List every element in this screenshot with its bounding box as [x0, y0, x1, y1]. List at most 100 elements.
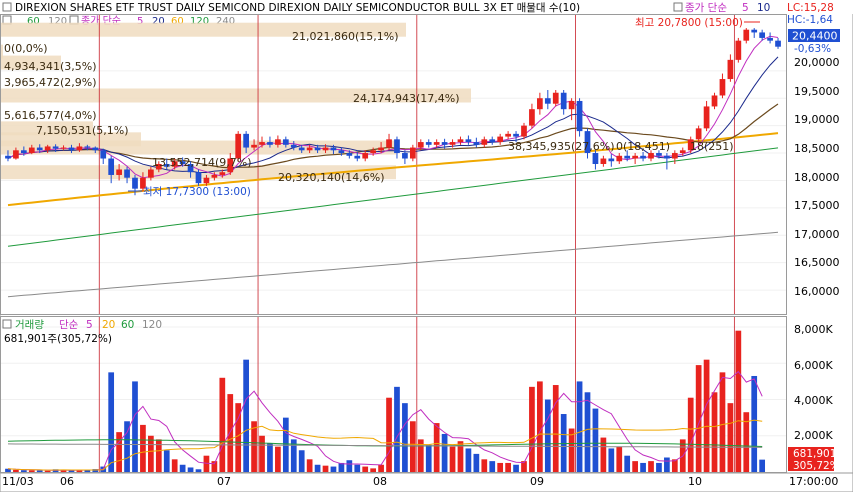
volume-bar-4 — [36, 470, 43, 472]
volume-bar-14 — [116, 432, 122, 472]
volume-bar-32 — [259, 435, 265, 472]
volume-bar-62 — [497, 462, 504, 472]
candle-body-62 — [497, 136, 504, 143]
volume-bar-48 — [386, 397, 392, 472]
volume-bar-5 — [44, 470, 51, 472]
volume-bar-2 — [20, 470, 27, 472]
volume-bar-34 — [275, 446, 281, 472]
candle-body-8 — [68, 147, 75, 151]
candle-body-5 — [44, 146, 51, 151]
profile-label-0: 0(0,0%) — [4, 42, 48, 55]
volume-bar-49 — [394, 386, 400, 472]
volume-bar-28 — [227, 394, 234, 472]
x-label-2: 07 — [217, 475, 231, 488]
candle-body-36 — [290, 144, 297, 148]
candle-body-63 — [505, 133, 511, 137]
right-legend-checkbox[interactable] — [673, 2, 683, 12]
volume-tick-1: 6,000K — [794, 359, 833, 372]
volume-bar-73 — [584, 392, 591, 472]
volume-bar-54 — [433, 423, 440, 472]
candle-body-66 — [529, 109, 535, 126]
candle-body-47 — [378, 147, 384, 151]
candle-body-95 — [759, 32, 766, 38]
profile-label-10: 0(18,451) — [616, 140, 670, 153]
volume-bar-76 — [608, 448, 615, 472]
candle-body-87 — [695, 128, 702, 140]
chart-canvas[interactable]: DIREXION SHARES ETF TRUST DAILY SEMICOND… — [0, 0, 853, 493]
candle-body-11 — [92, 147, 99, 151]
price-tick-6: 17,0000 — [794, 228, 840, 241]
stock-chart-window: DIREXION SHARES ETF TRUST DAILY SEMICOND… — [0, 0, 853, 493]
candle-body-60 — [481, 139, 488, 145]
candle-body-16 — [132, 177, 138, 189]
volume-bar-53 — [425, 444, 432, 472]
volume-bar-74 — [592, 408, 599, 472]
x-label-0: 11/03 — [2, 475, 34, 488]
candle-body-93 — [743, 29, 750, 41]
profile-label-4: 7,150,531(5,1%) — [36, 124, 129, 137]
volume-bar-58 — [465, 448, 472, 472]
candle-body-30 — [243, 133, 249, 148]
volume-bar-83 — [664, 457, 670, 472]
chart-title: DIREXION SHARES ETF TRUST DAILY SEMICOND… — [15, 2, 580, 14]
volume-bar-61 — [489, 461, 496, 472]
profile-label-8: 24,174,943(17,4%) — [353, 92, 460, 105]
current-volume-pct: 305,72% — [793, 460, 840, 472]
volume-bar-21 — [171, 459, 178, 472]
x-label-4: 09 — [530, 475, 544, 488]
candle-body-33 — [267, 142, 273, 145]
volume-bar-69 — [552, 385, 559, 472]
volume-bar-18 — [148, 435, 154, 472]
candle-body-41 — [330, 147, 337, 151]
volume-legend-120: 120 — [142, 319, 162, 331]
volume-bar-72 — [576, 381, 583, 472]
candle-body-67 — [537, 98, 543, 110]
volume-bar-16 — [132, 381, 138, 472]
candle-body-74 — [592, 153, 599, 164]
candle-body-3 — [28, 147, 35, 154]
volume-bar-1 — [13, 469, 19, 472]
volume-bar-9 — [76, 470, 83, 472]
volume-bar-20 — [163, 450, 170, 472]
volume-bar-51 — [409, 421, 416, 472]
candle-body-4 — [36, 147, 43, 151]
candle-body-96 — [767, 37, 773, 41]
candle-body-27 — [219, 172, 226, 175]
volume-bar-46 — [370, 468, 377, 472]
candle-body-38 — [306, 147, 313, 151]
volume-bar-77 — [616, 446, 623, 472]
price-tick-1: 19,5000 — [794, 85, 840, 98]
volume-legend-checkbox[interactable] — [2, 319, 12, 329]
volume-bar-56 — [449, 446, 456, 472]
candle-body-91 — [727, 59, 734, 80]
profile-label-5: 13,552,714(9,7%) — [152, 156, 252, 169]
profile-bar-6 — [1, 140, 396, 155]
candle-body-7 — [60, 147, 67, 149]
candle-body-82 — [656, 153, 662, 156]
profile-label-7: 21,021,860(15,1%) — [292, 30, 399, 43]
x-label-6: 17:00:00 — [789, 475, 838, 488]
volume-bar-24 — [195, 469, 202, 472]
candle-body-50 — [402, 153, 408, 159]
price-tick-8: 16,0000 — [794, 285, 840, 298]
volume-legend-label: 거래량 — [15, 319, 44, 331]
candle-body-64 — [513, 133, 519, 137]
candle-body-89 — [711, 95, 718, 107]
volume-tick-2: 4,000K — [794, 394, 833, 407]
title-checkbox[interactable] — [2, 2, 12, 12]
candle-body-77 — [616, 155, 623, 162]
candle-body-34 — [275, 139, 281, 145]
candle-body-57 — [457, 139, 464, 143]
candle-body-48 — [386, 139, 392, 148]
volume-tick-3: 2,000K — [794, 429, 833, 442]
volume-bar-67 — [537, 381, 543, 472]
price-tick-2: 19,0000 — [794, 113, 840, 126]
candle-body-88 — [703, 106, 710, 129]
candle-body-80 — [640, 155, 646, 159]
candle-body-9 — [76, 146, 83, 151]
volume-bar-59 — [473, 453, 480, 472]
candle-body-6 — [52, 146, 59, 149]
profile-label-6: 20,320,140(14,6%) — [278, 171, 385, 184]
candle-body-70 — [560, 92, 567, 110]
low-price-label: 최저 17,7300 (13:00) — [143, 186, 251, 198]
